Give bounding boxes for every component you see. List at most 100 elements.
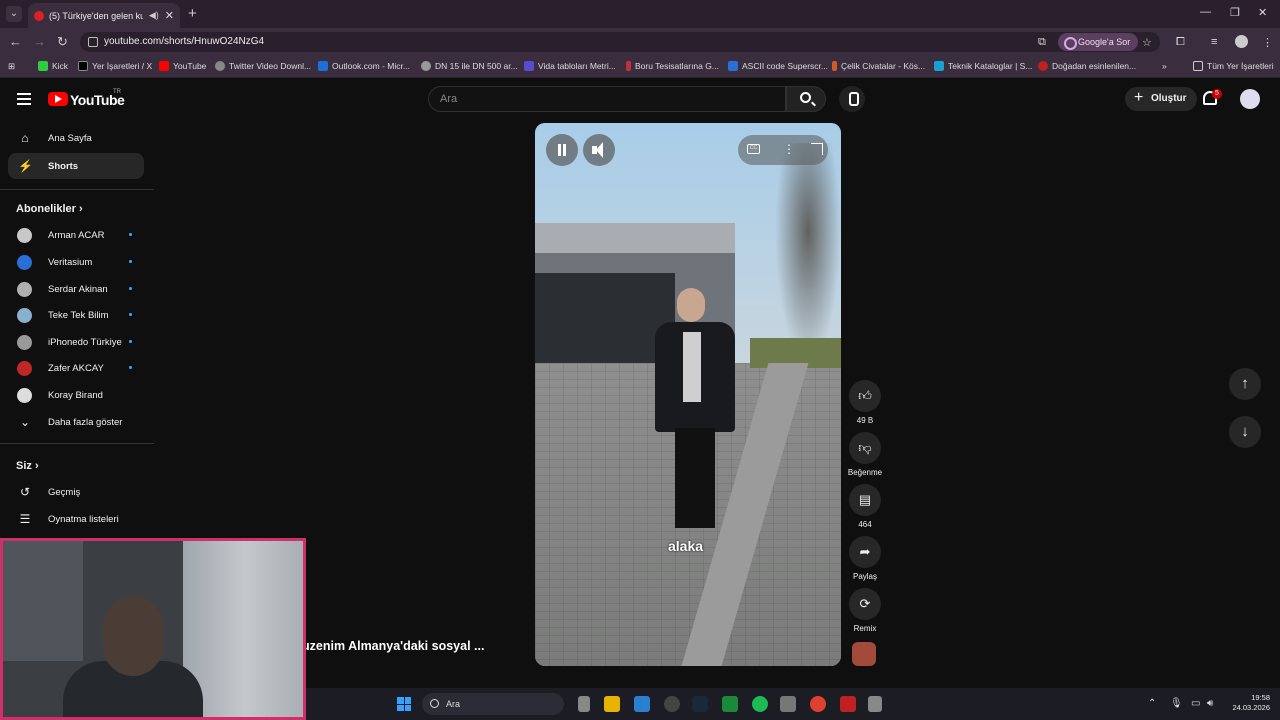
sidebar-channel[interactable]: iPhonedo Türkiye [8,329,144,355]
bookmark-item[interactable]: Yer İşaretleri / X [78,61,152,71]
thumbs-down-icon: 👎︎ [858,440,872,455]
taskbar-search[interactable]: Ara [422,693,564,715]
bookmark-item[interactable]: ASCII code Superscr... [728,61,828,71]
browser-profile-avatar[interactable] [1235,35,1248,48]
search-button[interactable] [786,86,826,112]
search-icon [800,92,811,103]
microphone-icon[interactable]: 🎙︎ [1170,698,1183,709]
bookmark-item[interactable]: Twitter Video Downl... [215,61,311,71]
captions-icon[interactable]: CC [747,144,760,154]
speaker-icon[interactable]: 🔊︎ [1207,698,1213,709]
bookmark-item[interactable]: YouTube [159,61,206,71]
user-avatar[interactable] [1240,89,1260,109]
bookmark-item[interactable]: Teknik Kataloglar | S... [934,61,1032,71]
share-button[interactable]: ➦ [849,536,881,568]
channel-avatar [17,308,32,323]
remix-button[interactable]: ⟳ [849,588,881,620]
reload-icon[interactable]: ↻ [57,34,68,50]
app-icon[interactable] [722,696,738,712]
app-icon[interactable] [634,696,650,712]
comment-count: 464 [858,520,872,529]
file-explorer-icon[interactable] [604,696,620,712]
sidebar-channel[interactable]: Arman ACAR [8,222,144,248]
like-button[interactable]: 👍︎ [849,380,881,412]
window-close-icon[interactable]: ✕ [1258,6,1267,19]
bookmark-item[interactable]: Doğadan esinlenilen... [1038,61,1136,71]
more-options-icon[interactable]: ⋮ [783,143,795,155]
search-input[interactable]: Ara [428,86,786,112]
app-icon[interactable] [664,696,680,712]
media-control-icon[interactable]: ≡ [1211,36,1217,48]
volume-button[interactable] [583,134,615,166]
apps-grid-icon[interactable]: ⊞ [8,61,15,72]
create-button[interactable]: Oluştur [1125,86,1197,111]
google-sor-button[interactable]: Google'a Sor [1058,33,1139,51]
tab-close-icon[interactable]: ✕ [165,9,174,22]
bookmark-item[interactable]: DN 15 ile DN 500 ar... [421,61,518,71]
steam-icon[interactable] [692,696,708,712]
sidebar-item-playlists[interactable]: ☰ Oynatma listeleri [8,506,144,532]
sidebar-channel[interactable]: Veritasium [8,249,144,275]
fullscreen-icon[interactable] [811,143,823,155]
you-heading[interactable]: Siz › [16,460,39,472]
pause-button[interactable] [546,134,578,166]
bookmark-star-icon[interactable]: ☆ [1142,36,1152,49]
new-tab-icon[interactable]: + [188,5,197,22]
all-bookmarks[interactable]: Tüm Yer İşaretleri [1193,61,1274,71]
sidebar-channel[interactable]: Teke Tek Bilim [8,302,144,328]
voice-search-icon[interactable] [839,86,865,112]
shorts-video-player[interactable] [535,123,841,666]
task-view-icon[interactable] [578,696,590,712]
minimize-icon[interactable]: — [1200,6,1211,18]
app-icon[interactable] [780,696,796,712]
bookmark-item[interactable]: Boru Tesisatlarına G... [626,61,719,71]
calculator-icon[interactable] [868,696,882,712]
spotify-icon[interactable] [752,696,768,712]
install-app-icon[interactable]: ⧉ [1038,36,1046,49]
tab-search-icon[interactable]: ⌄ [6,6,22,22]
previous-short-button[interactable]: ↑ [1229,368,1261,400]
tab-audio-icon[interactable]: ◀) [149,10,159,21]
tray-overflow-icon[interactable]: ⌃ [1148,698,1156,709]
sidebar-channel[interactable]: Zafer AKCAY [8,355,144,381]
bookmark-item[interactable]: Outlook.com - Micr... [318,61,410,71]
bolt-icon [832,61,837,71]
chrome-icon[interactable] [810,696,826,712]
video-caption: alaka [668,538,704,554]
bookmark-item[interactable]: Çelik Civatalar - Kös... [832,61,925,71]
comments-button[interactable]: ▤ [849,484,881,516]
taskbar-clock[interactable]: 19:58 24.03.2026 [1226,693,1270,713]
forward-icon[interactable]: → [33,34,46,49]
address-bar[interactable]: youtube.com/shorts/HnuwO24NzG4 [80,32,1160,52]
restore-icon[interactable]: ❐ [1230,6,1240,19]
youtube-icon [159,61,169,71]
bookmark-item[interactable]: Kick [38,61,68,71]
bookmark-item[interactable]: Vida tabloları Metri... [524,61,616,71]
dislike-button[interactable]: 👎︎ [849,432,881,464]
sidebar-show-more[interactable]: ⌄ Daha fazla göster [8,409,144,435]
back-icon[interactable]: ← [9,34,22,49]
extensions-icon[interactable]: ⧠ [1176,36,1185,49]
sidebar-channel[interactable]: Serdar Akinan [8,276,144,302]
next-short-button[interactable]: ↓ [1229,416,1261,448]
subscriptions-heading[interactable]: Abonelikler › [16,203,83,215]
hamburger-menu-icon[interactable] [17,93,31,105]
browser-menu-icon[interactable]: ⋮ [1262,36,1273,49]
sound-thumbnail[interactable] [852,642,876,666]
video-title: uzenim Almanya'daki sosyal ... [302,639,485,653]
sidebar-item-home[interactable]: ⌂ Ana Sayfa [8,125,144,151]
site-info-icon[interactable] [88,37,98,47]
windows-start-icon[interactable] [397,697,411,711]
sidebar-item-shorts[interactable]: ⚡ Shorts [8,153,144,179]
more-bookmarks-icon[interactable]: » [1162,61,1167,71]
sidebar-item-history[interactable]: ↺ Geçmiş [8,479,144,505]
shorts-icon: ⚡ [18,159,33,173]
divider [0,443,154,444]
app-icon[interactable] [840,696,856,712]
sidebar-channel[interactable]: Koray Birand [8,382,144,408]
youtube-logo-icon[interactable] [48,92,68,106]
youtube-favicon-icon [34,10,44,21]
browser-tab-active[interactable]: (5) Türkiye'den gelen kuzen ◀) ✕ [28,3,180,28]
network-icon[interactable]: ▭ [1191,698,1200,709]
ascii-icon [728,61,738,71]
